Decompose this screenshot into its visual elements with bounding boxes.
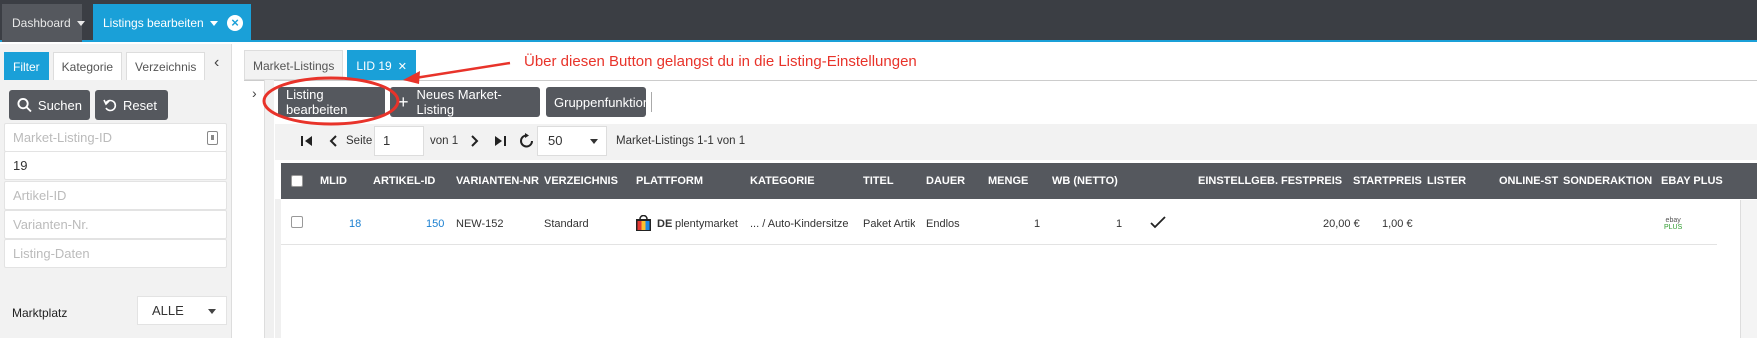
reset-button[interactable]: Reset <box>95 90 168 120</box>
festpreis-cell: 20,00 € <box>1323 218 1360 230</box>
plattform-name: plentymarket <box>675 218 738 230</box>
collapse-panel-icon[interactable]: ‹ <box>214 54 219 72</box>
artikel-id-field[interactable]: Artikel-ID <box>4 181 227 210</box>
close-icon[interactable]: × <box>227 15 243 31</box>
tab-market-listings[interactable]: Market-Listings <box>244 50 344 80</box>
undo-icon <box>103 99 117 112</box>
column-header[interactable]: LISTER <box>1427 175 1466 187</box>
plentymarkets-shop-icon <box>636 215 651 231</box>
ebay-logo-text: ebay <box>1665 217 1681 224</box>
result-summary: Market-Listings 1-1 von 1 <box>616 135 746 147</box>
vertical-scrollbar[interactable] <box>1740 200 1757 338</box>
top-navigation-bar: Dashboard Listings bearbeiten × <box>0 0 1757 42</box>
table-row[interactable]: 18 150 NEW-152 Standard DE plentymarket … <box>281 200 1717 245</box>
neues-market-listing-button[interactable]: + Neues Market-Listing <box>390 87 540 117</box>
filter-panel: Filter Kategorie Verzeichnis ‹ Suchen Re… <box>0 44 232 338</box>
column-header[interactable]: EINSTELLGEB. <box>1198 175 1278 187</box>
chevron-down-icon[interactable] <box>76 20 85 26</box>
tab-verzeichnis[interactable]: Verzeichnis <box>126 52 206 80</box>
last-page-icon[interactable] <box>493 134 507 148</box>
previous-page-icon[interactable] <box>327 134 339 148</box>
tab-kategorie[interactable]: Kategorie <box>52 52 123 80</box>
column-header[interactable]: MLID <box>320 175 347 187</box>
marktplatz-value: ALLE <box>152 303 184 318</box>
column-header[interactable]: VARIANTEN-NR <box>456 175 539 187</box>
column-header[interactable]: VERZEICHNIS <box>544 175 618 187</box>
per-page-value: 50 <box>548 133 563 148</box>
marktplatz-select[interactable]: ALLE <box>137 296 227 325</box>
column-header[interactable]: TITEL <box>863 175 894 187</box>
reset-button-label: Reset <box>123 97 157 113</box>
tab-dashboard[interactable]: Dashboard <box>2 4 85 42</box>
market-listing-id-field[interactable]: Market-Listing-ID <box>4 123 227 152</box>
search-button[interactable]: Suchen <box>9 90 90 120</box>
side-divider <box>264 80 274 338</box>
listing-bearbeiten-button[interactable]: Listing bearbeiten <box>278 87 385 117</box>
dauer-cell: Endlos <box>926 218 960 230</box>
kategorie-cell: ... / Auto-Kindersitze <box>750 218 849 230</box>
row-checkbox[interactable] <box>291 216 303 228</box>
refresh-icon[interactable] <box>519 132 536 149</box>
column-header[interactable]: STARTPREIS <box>1353 175 1422 187</box>
column-header[interactable]: ARTIKEL-ID <box>373 175 435 187</box>
artikel-id-link[interactable]: 150 <box>426 218 444 230</box>
checkmark-icon <box>1150 216 1166 229</box>
tab-filter[interactable]: Filter <box>4 52 49 80</box>
column-header[interactable]: PLATTFORM <box>636 175 703 187</box>
marktplatz-label: Marktplatz <box>12 306 68 320</box>
chevron-down-icon <box>590 139 598 144</box>
titel-cell: Paket Artik <box>863 218 915 230</box>
ebay-plus-logo: ebay PLUS <box>1664 217 1682 231</box>
divider <box>651 92 652 112</box>
next-page-icon[interactable] <box>469 134 481 148</box>
varianten-nr-field[interactable]: Varianten-Nr. <box>4 210 227 239</box>
verzeichnis-cell: Standard <box>544 218 589 230</box>
search-icon <box>17 98 32 113</box>
table-header: MLID ARTIKEL-ID VARIANTEN-NR VERZEICHNIS… <box>281 163 1757 199</box>
column-header[interactable]: WB (NETTO) <box>1052 175 1118 187</box>
startpreis-cell: 1,00 € <box>1382 218 1413 230</box>
mlid-link[interactable]: 18 <box>349 218 361 230</box>
column-header[interactable]: FESTPREIS <box>1281 175 1342 187</box>
select-all-checkbox[interactable] <box>291 175 303 187</box>
expand-icon[interactable]: › <box>252 85 257 101</box>
menge-cell: 1 <box>1034 218 1041 230</box>
per-page-select[interactable]: 50 <box>537 126 607 156</box>
divider <box>244 80 1757 81</box>
market-listing-id-placeholder: Market-Listing-ID <box>13 130 112 145</box>
column-header[interactable]: MENGE <box>988 175 1028 187</box>
first-page-icon[interactable] <box>300 134 314 148</box>
column-header[interactable]: DAUER <box>926 175 965 187</box>
filter-tabs: Filter Kategorie Verzeichnis <box>4 52 209 80</box>
varianten-nr-cell: NEW-152 <box>456 218 504 230</box>
annotation-text: Über diesen Button gelangst du in die Li… <box>524 53 917 70</box>
column-header[interactable]: KATEGORIE <box>750 175 815 187</box>
page-label: Seite <box>346 135 373 147</box>
plus-icon: + <box>398 92 409 112</box>
chevron-down-icon <box>208 309 216 314</box>
plus-logo-text: PLUS <box>1664 224 1683 231</box>
column-header[interactable]: SONDERAKTION <box>1563 175 1652 187</box>
column-header[interactable]: EBAY PLUS <box>1661 175 1723 187</box>
annotation-arrow-line <box>414 61 511 80</box>
tab-lid-19[interactable]: LID 19 ✕ <box>347 50 416 80</box>
tab-listings-label: Listings bearbeiten <box>103 16 204 30</box>
plattform-country: DE <box>657 218 673 230</box>
page-count-label: von 1 <box>430 135 459 147</box>
main-tabs: Market-Listings LID 19 ✕ <box>244 50 420 80</box>
chevron-down-icon[interactable] <box>209 20 218 26</box>
listing-daten-field[interactable]: Listing-Daten <box>4 239 227 268</box>
tab-listings-bearbeiten[interactable]: Listings bearbeiten × <box>93 4 251 42</box>
close-icon[interactable]: ✕ <box>398 61 407 73</box>
wb-netto-cell: 1 <box>1116 218 1123 230</box>
document-icon[interactable] <box>207 131 218 145</box>
tab-lid-19-label: LID 19 <box>356 59 392 73</box>
neues-market-listing-label: Neues Market-Listing <box>416 87 502 117</box>
search-button-label: Suchen <box>37 97 82 113</box>
tab-dashboard-label: Dashboard <box>12 16 71 30</box>
listing-id-field[interactable]: 19 <box>4 151 227 180</box>
gruppenfunktion-button[interactable]: Gruppenfunktion <box>546 87 650 117</box>
column-header[interactable]: ONLINE-ST <box>1499 175 1558 187</box>
page-number-input[interactable]: 1 <box>374 126 424 156</box>
